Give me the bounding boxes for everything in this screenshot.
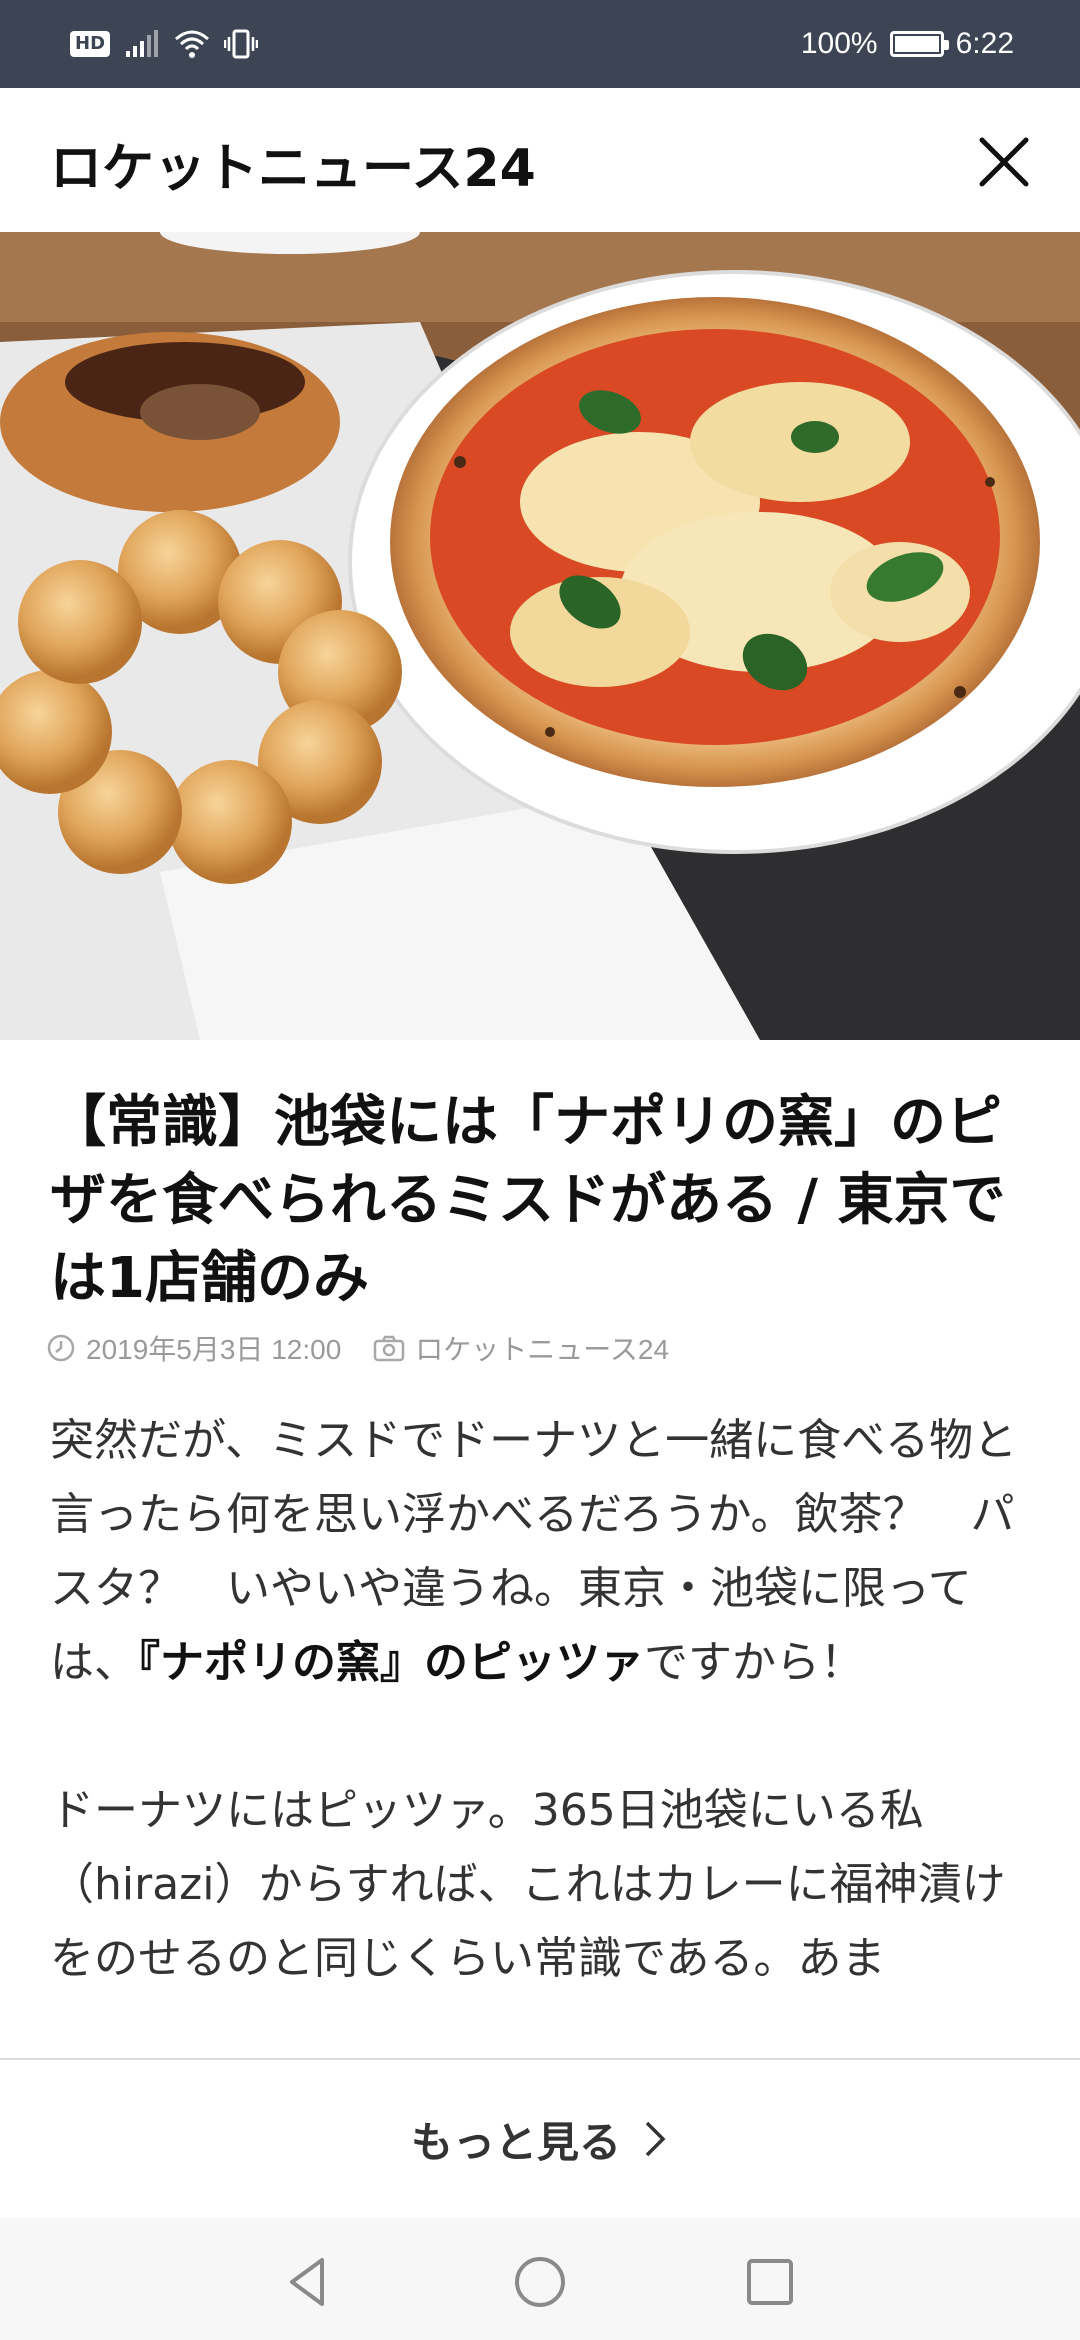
paragraph-1: 突然だが、ミスドでドーナツと一緒に食べる物と言ったら何を思い浮かべるだろうか。飲… — [50, 1404, 1040, 1700]
vibrate-icon — [224, 29, 259, 59]
paragraph-2: ドーナツにはピッツァ。365日池袋にいる私（hirazi）からすれば、これはカレ… — [50, 1785, 1006, 1984]
para1-bold: 『ナポリの窯』のピッツァ — [138, 1637, 644, 1688]
pizza-donut-photo — [0, 232, 1080, 1040]
article-date: 2019年5月3日 12:00 — [46, 1328, 341, 1368]
back-icon — [290, 2258, 324, 2306]
chevron-right-icon — [645, 2121, 666, 2157]
hd-badge: HD — [70, 31, 111, 57]
more-bar: もっと見る — [0, 2058, 1080, 2218]
see-more-button[interactable]: もっと見る — [0, 2060, 1080, 2218]
hero-image — [0, 232, 1080, 1040]
clock: 6:22 — [955, 27, 1014, 60]
back-button[interactable] — [278, 2252, 338, 2312]
article-headline: 【常識】池袋には「ナポリの窯」のピザを食べられるミスドがある / 東京では1店舗… — [50, 1090, 1006, 1311]
app-header: ロケットニュース24 — [0, 88, 1080, 232]
status-left: HD — [70, 24, 259, 64]
article-source: ロケットニュース24 — [373, 1328, 669, 1368]
signal-icon — [126, 30, 159, 57]
status-right: 100% 6:22 — [801, 22, 1014, 66]
see-more-label: もっと見る — [410, 2117, 621, 2167]
clock-icon — [47, 1334, 75, 1362]
navigation-bar — [0, 2218, 1080, 2340]
close-button[interactable] — [968, 126, 1040, 198]
status-bar: HD 100% 6:22 — [0, 0, 1080, 88]
recents-icon — [747, 2259, 793, 2305]
wifi-icon — [175, 30, 210, 58]
camera-icon — [374, 1335, 405, 1362]
header-title: ロケットニュース24 — [50, 139, 536, 199]
battery-percent: 100% — [800, 27, 878, 60]
battery-icon — [889, 31, 949, 57]
home-button[interactable] — [510, 2252, 570, 2312]
home-icon — [515, 2257, 565, 2307]
recents-button[interactable] — [740, 2252, 800, 2312]
date-text: 2019年5月3日 12:00 — [86, 1334, 342, 1365]
close-icon — [979, 137, 1029, 187]
para1-text-b: ですから！ — [644, 1637, 864, 1688]
source-text: ロケットニュース24 — [415, 1334, 670, 1365]
article-body: 突然だが、ミスドでドーナツと一緒に食べる物と言ったら何を思い浮かべるだろうか。飲… — [50, 1404, 1040, 2070]
article-meta: 2019年5月3日 12:00 ロケットニュース24 — [46, 1328, 701, 1368]
